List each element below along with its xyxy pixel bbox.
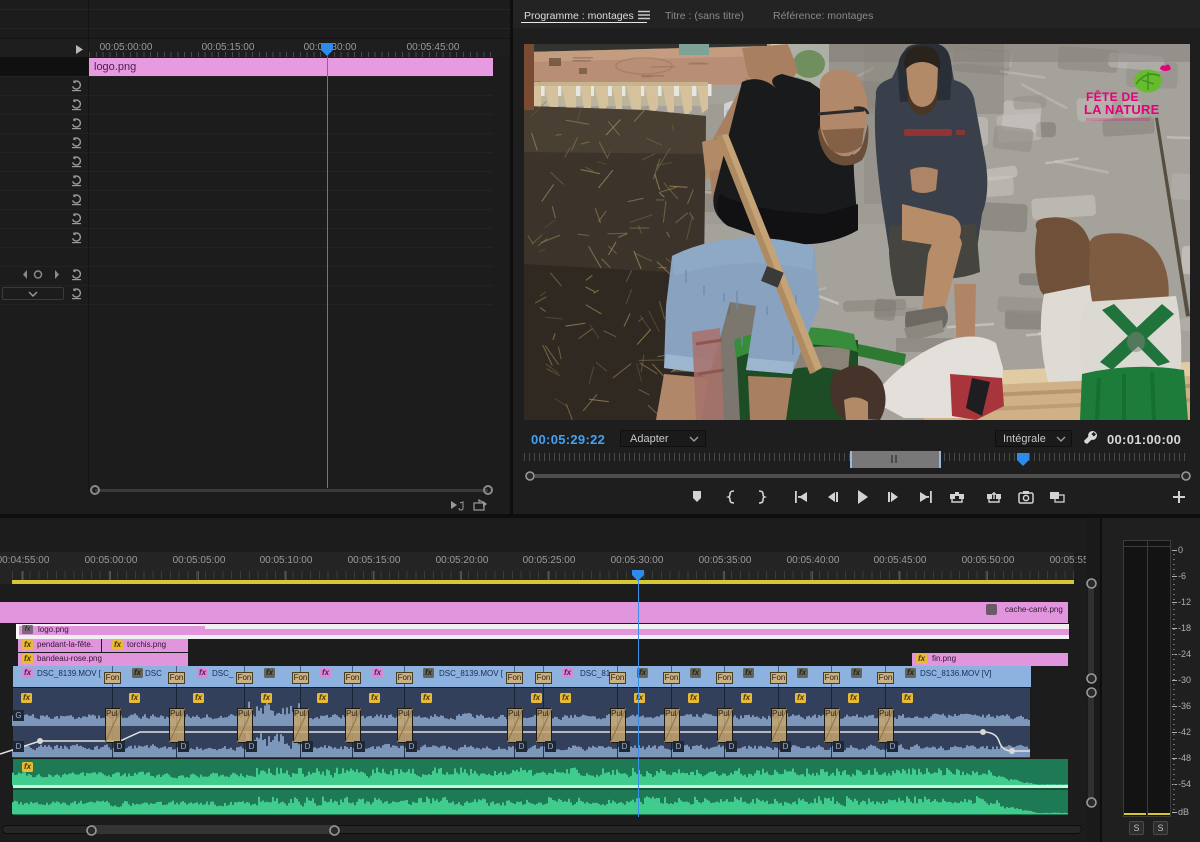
svg-text:LA NATURE: LA NATURE xyxy=(1084,102,1160,117)
